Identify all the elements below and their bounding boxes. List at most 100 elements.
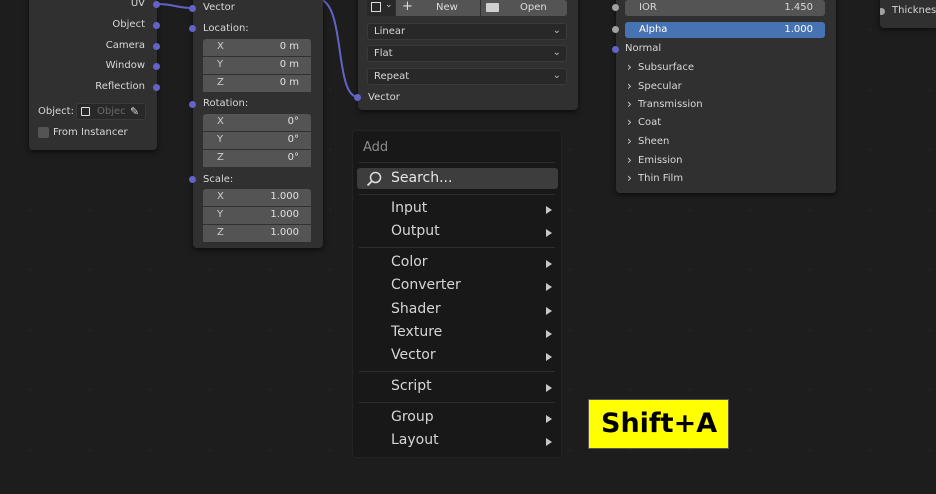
chevron-down-icon: ⌄ [385,0,393,10]
alpha-field[interactable]: Alpha 1.000 [625,22,825,38]
vector-input-label: Vector [203,2,235,13]
output-uv-label: UV [130,0,145,9]
rotation-z-value: 0° [287,152,299,163]
object-picker-placeholder: Objec [97,106,126,117]
socket-normal[interactable] [612,46,619,53]
axis-label: X [217,41,224,52]
add-menu[interactable]: Add Search... Input Output Color Convert… [352,130,562,458]
scale-z-field[interactable]: Z 1.000 [203,225,311,242]
location-z-value: 0 m [279,77,299,88]
axis-label: Z [217,77,224,88]
socket-uv[interactable] [153,1,160,8]
title-divider [359,162,555,163]
socket-alpha[interactable] [612,26,619,33]
socket-window[interactable] [153,63,160,70]
chevron-down-icon: ⌄ [552,47,561,58]
axis-label: Y [217,134,224,145]
axis-label: Y [217,209,224,220]
socket-rotation[interactable] [189,101,196,108]
socket-vector-in[interactable] [354,94,361,101]
socket-reflection[interactable] [153,84,160,91]
texture-coordinate-node[interactable]: UV Object Camera Window Reflection Objec… [29,0,160,150]
divider [359,402,555,403]
ior-field[interactable]: IOR 1.450 [625,0,825,16]
scale-fields: X 1.000 Y 1.000 Z 1.000 [203,189,311,244]
link-uv-to-vector [156,3,194,9]
image-texture-node[interactable]: ⌄ + New Open Linear ⌄ Flat ⌄ Repeat ⌄ Vecto… [354,0,578,110]
object-field-label: Object: [38,106,74,117]
mapping-node[interactable]: Vector Location: X 0 m Y 0 m Z 0 m Rotation… [189,0,323,248]
divider [359,194,555,195]
alpha-label: Alpha [639,24,668,35]
extension-value: Repeat [374,71,410,82]
rotation-x-field[interactable]: X 0° [203,114,311,131]
scale-x-field[interactable]: X 1.000 [203,189,311,206]
socket-ior[interactable] [612,4,619,11]
rotation-z-field[interactable]: Z 0° [203,150,311,167]
from-instancer-label: From Instancer [53,127,128,138]
menu-item-layout[interactable]: Layout [391,432,439,448]
menu-item-group[interactable]: Group [391,409,434,425]
socket-thickness[interactable] [880,8,885,15]
axis-label: Z [217,227,224,238]
interpolation-dropdown[interactable]: Linear ⌄ [367,23,567,40]
submenu-arrow-icon [546,330,552,338]
panel-emission[interactable]: Emission [627,153,682,167]
location-x-field[interactable]: X 0 m [203,39,311,56]
menu-item-converter[interactable]: Converter [391,277,461,293]
open-image-button[interactable]: Open [481,0,567,16]
panel-specular[interactable]: Specular [627,79,682,93]
from-instancer-checkbox[interactable] [38,127,49,138]
panel-transmission[interactable]: Transmission [627,97,703,111]
axis-label: X [217,116,224,127]
image-browse-button[interactable]: ⌄ [367,0,395,16]
eyedropper-icon[interactable]: ✎ [130,105,139,118]
alpha-value: 1.000 [784,24,813,35]
submenu-arrow-icon [546,229,552,237]
output-object-label: Object [112,19,145,30]
panel-sheen[interactable]: Sheen [627,134,669,148]
principled-bsdf-node[interactable]: IOR 1.450 Alpha 1.000 Normal Subsurface … [612,0,836,193]
location-z-field[interactable]: Z 0 m [203,75,311,92]
socket-camera[interactable] [153,43,160,50]
scale-label: Scale: [203,174,234,185]
menu-item-input[interactable]: Input [391,200,427,216]
socket-scale[interactable] [189,176,196,183]
menu-item-shader[interactable]: Shader [391,301,441,317]
socket-location[interactable] [189,25,196,32]
location-label: Location: [203,23,249,34]
extension-dropdown[interactable]: Repeat ⌄ [367,68,567,85]
panel-thin-film[interactable]: Thin Film [627,171,683,185]
search-label: Search... [391,170,453,186]
scale-y-field[interactable]: Y 1.000 [203,207,311,224]
submenu-arrow-icon [546,415,552,423]
socket-vector-in[interactable] [189,5,196,12]
submenu-arrow-icon [546,353,552,361]
menu-item-output[interactable]: Output [391,223,440,239]
rotation-y-field[interactable]: Y 0° [203,132,311,149]
link-mapping-to-image [321,0,359,98]
panel-subsurface[interactable]: Subsurface [627,60,694,74]
rotation-y-value: 0° [287,134,299,145]
chevron-down-icon: ⌄ [552,25,561,36]
interpolation-value: Linear [374,26,406,37]
search-input[interactable]: Search... [357,168,558,189]
search-icon [366,171,382,187]
panel-coat[interactable]: Coat [627,115,661,129]
new-image-button[interactable]: + New [396,0,480,16]
submenu-arrow-icon [546,307,552,315]
submenu-arrow-icon [546,283,552,291]
menu-item-texture[interactable]: Texture [391,324,442,340]
menu-item-script[interactable]: Script [391,378,432,394]
material-output-node[interactable]: Thickness [880,0,936,28]
submenu-arrow-icon [546,260,552,268]
output-reflection-label: Reflection [95,81,145,92]
submenu-arrow-icon [546,206,552,214]
projection-value: Flat [374,48,393,59]
scale-x-value: 1.000 [270,191,299,202]
menu-item-color[interactable]: Color [391,254,428,270]
menu-item-vector[interactable]: Vector [391,347,436,363]
projection-dropdown[interactable]: Flat ⌄ [367,45,567,62]
location-y-field[interactable]: Y 0 m [203,57,311,74]
socket-object[interactable] [153,22,160,29]
